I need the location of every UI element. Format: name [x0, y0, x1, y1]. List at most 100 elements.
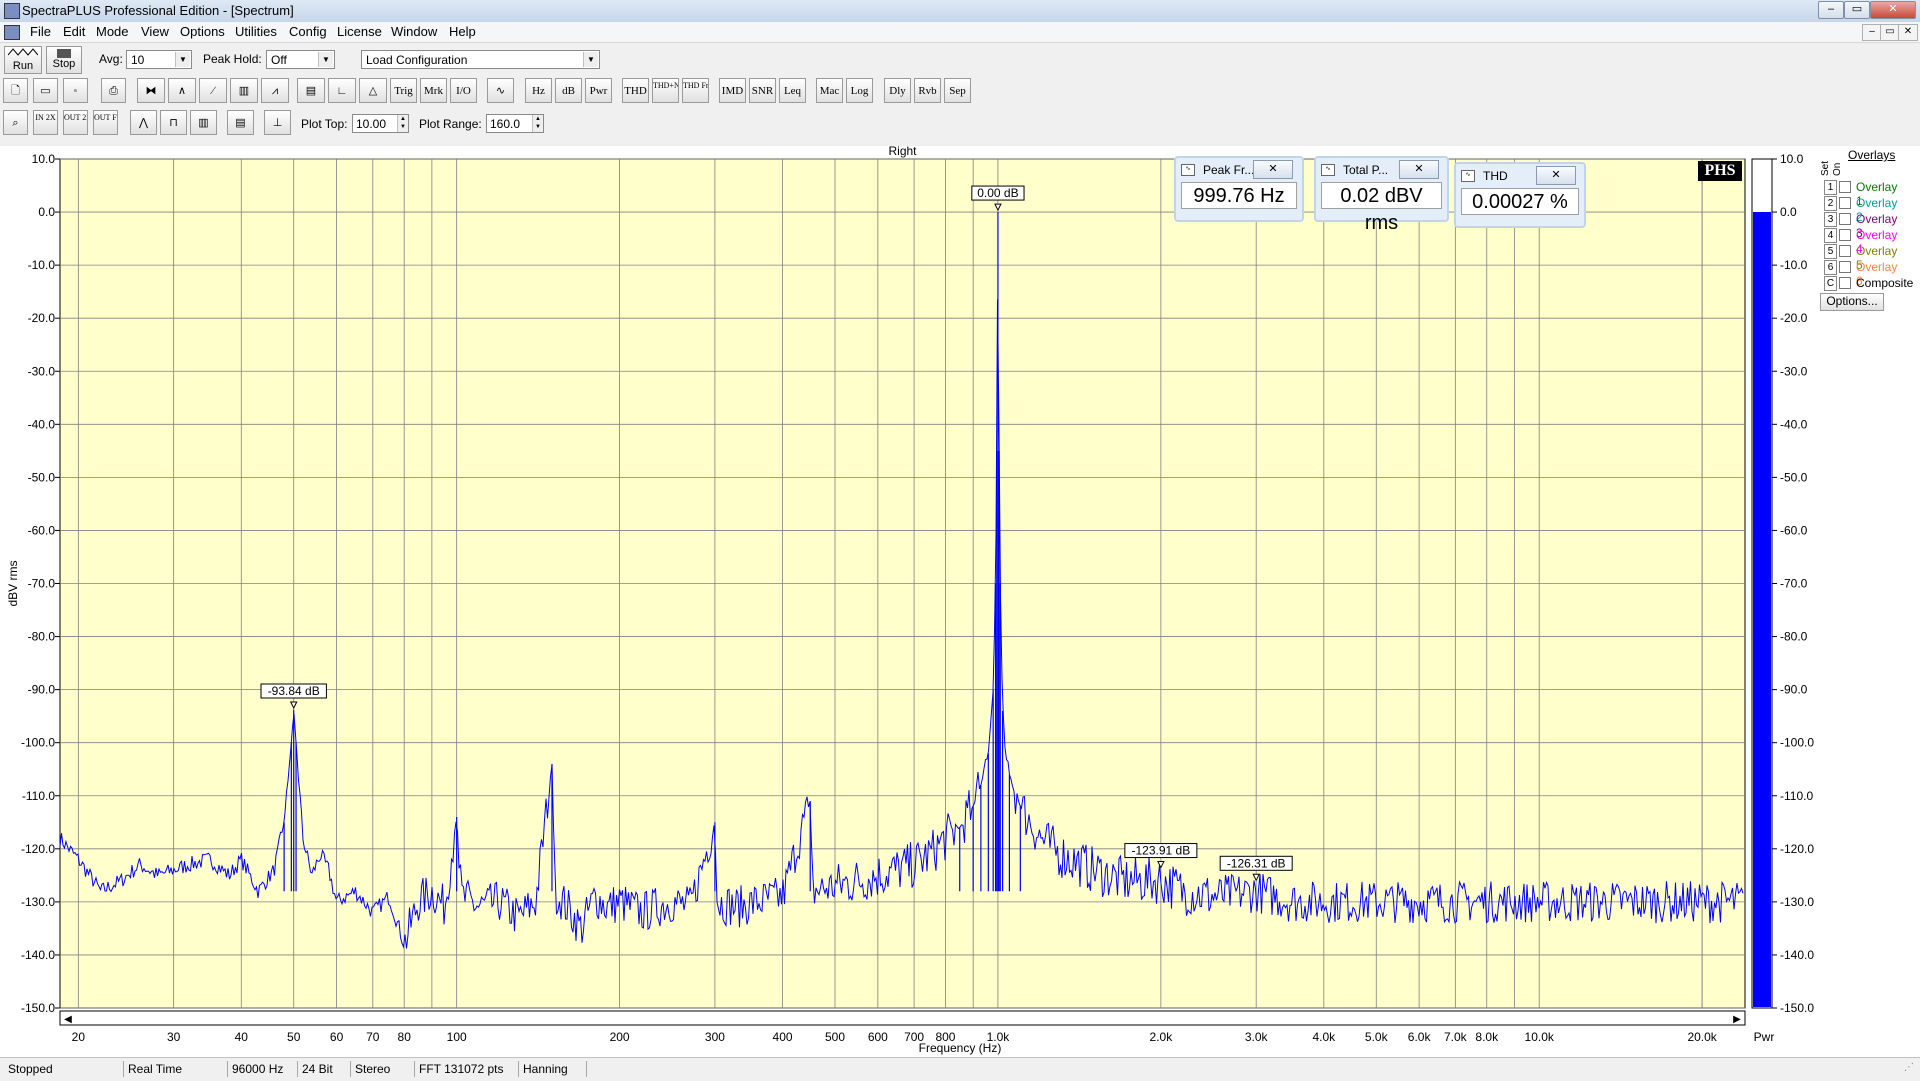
power-bar-tick-label: -110.0: [1780, 789, 1813, 803]
total-power-meter[interactable]: ∿ Total P... ✕ 0.02 dBV rms: [1314, 156, 1449, 234]
db-button[interactable]: dB: [555, 78, 582, 103]
y-tick-label: -70.0: [28, 577, 56, 591]
menu-options[interactable]: Options: [175, 24, 230, 39]
thd-freq-button[interactable]: THD Freq: [682, 78, 709, 103]
menu-license[interactable]: License: [332, 24, 387, 39]
close-icon[interactable]: ✕: [1399, 160, 1439, 179]
calibration-button[interactable]: △: [359, 78, 387, 103]
scaling-button[interactable]: ∟: [328, 78, 356, 103]
overlay-checkbox[interactable]: [1839, 197, 1851, 209]
overlay-checkbox[interactable]: [1839, 229, 1851, 241]
x-tick-label: 60: [330, 1030, 344, 1044]
menu-utilities[interactable]: Utilities: [230, 24, 282, 39]
trigger-button[interactable]: Trig: [390, 78, 417, 103]
x-tick-label: 20.0k: [1687, 1030, 1717, 1044]
3d-surface-mode-button[interactable]: ⩘: [261, 78, 289, 103]
leq-button[interactable]: Leq: [779, 78, 806, 103]
x-tick-label: 3.0k: [1245, 1030, 1269, 1044]
overlay-set-button[interactable]: 4: [1824, 228, 1837, 243]
mdi-restore-button[interactable]: ▭: [1880, 24, 1900, 41]
line-graph-icon[interactable]: ⋀: [130, 110, 157, 135]
io-button[interactable]: I/O: [450, 78, 477, 103]
marker-button[interactable]: Mrk: [420, 78, 447, 103]
power-bar-tick-label: 10.0: [1780, 152, 1804, 166]
overlay-options-button[interactable]: Options...: [1820, 293, 1884, 311]
thd-meter[interactable]: ∿ THD ✕ 0.00027 %: [1454, 162, 1586, 228]
delay-button[interactable]: Dly: [884, 78, 911, 103]
overlay-checkbox[interactable]: [1839, 213, 1851, 225]
configuration-select[interactable]: Load Configuration ▼: [361, 50, 600, 69]
power-bar-tick-label: 0.0: [1780, 205, 1797, 219]
close-button[interactable]: ✕: [1870, 1, 1916, 19]
thd-button[interactable]: THD: [622, 78, 649, 103]
plot-range-input[interactable]: 160.0 ▲ ▼: [486, 114, 544, 133]
menu-window[interactable]: Window: [386, 24, 442, 39]
overlay-set-button[interactable]: 3: [1824, 212, 1837, 227]
spectrum-chart[interactable]: Right10.00.0-10.0-20.0-30.0-40.0-50.0-60…: [0, 146, 1920, 1058]
peak-hold-select[interactable]: Off ▼: [266, 50, 335, 69]
meter-title: Peak Fr...: [1203, 163, 1255, 177]
x-tick-label: 80: [398, 1030, 412, 1044]
y-tick-label: -10.0: [28, 258, 56, 272]
separation-button[interactable]: Sep: [944, 78, 971, 103]
mdi-close-button[interactable]: ✕: [1898, 24, 1918, 41]
reverb-button[interactable]: Rvb: [914, 78, 941, 103]
menu-help[interactable]: Help: [444, 24, 481, 39]
overlay-set-button[interactable]: C: [1824, 276, 1837, 291]
overlay-set-button[interactable]: 1: [1824, 180, 1837, 195]
run-button[interactable]: Run: [4, 46, 42, 74]
overlay-checkbox[interactable]: [1839, 245, 1851, 257]
overlay-checkbox[interactable]: [1839, 261, 1851, 273]
menu-view[interactable]: View: [136, 24, 174, 39]
plot-top-input[interactable]: 10.00 ▲ ▼: [352, 114, 409, 133]
spectrogram-mode-button[interactable]: ▥: [230, 78, 258, 103]
scroll-icon[interactable]: ▤: [227, 110, 254, 135]
menu-mode[interactable]: Mode: [91, 24, 134, 39]
overlay-checkbox[interactable]: [1839, 277, 1851, 289]
zoom-icon[interactable]: ⌕: [3, 110, 28, 135]
signal-generator-button[interactable]: ∿: [487, 78, 514, 103]
zoom-out-full-button[interactable]: OUT FULL: [93, 110, 118, 135]
restore-button[interactable]: ▭: [1844, 1, 1870, 19]
status-fft-size: FFT 131072 pts: [415, 1061, 519, 1077]
menu-config[interactable]: Config: [284, 24, 332, 39]
pwr-button[interactable]: Pwr: [585, 78, 612, 103]
log-button[interactable]: Log: [846, 78, 873, 103]
cursor-icon[interactable]: ⊥: [264, 110, 291, 135]
overlay-checkbox[interactable]: [1839, 181, 1851, 193]
meter-value: 999.76 Hz: [1181, 182, 1297, 209]
bar-graph-icon[interactable]: ⊓: [160, 110, 187, 135]
overlay-set-button[interactable]: 5: [1824, 244, 1837, 259]
x-tick-label: 500: [825, 1030, 845, 1044]
phase-mode-button[interactable]: ∕: [199, 78, 227, 103]
overlay-set-button[interactable]: 6: [1824, 260, 1837, 275]
settings-button[interactable]: ▤: [297, 78, 325, 103]
zoom-out-2x-button[interactable]: OUT 2X: [63, 110, 88, 135]
print-button[interactable]: ⎙: [101, 78, 126, 103]
menu-edit[interactable]: Edit: [58, 24, 90, 39]
open-file-button[interactable]: ▭: [33, 78, 58, 103]
overlay-set-button[interactable]: 2: [1824, 196, 1837, 211]
mdi-minimize-button[interactable]: –: [1862, 24, 1882, 41]
peak-frequency-meter[interactable]: ∿ Peak Fr... ✕ 999.76 Hz: [1174, 156, 1304, 222]
avg-select[interactable]: 10 ▼: [126, 50, 192, 69]
new-file-button[interactable]: 🗋: [3, 78, 28, 103]
stop-button[interactable]: Stop: [46, 46, 82, 74]
close-icon[interactable]: ✕: [1253, 160, 1293, 179]
snr-button[interactable]: SNR: [749, 78, 776, 103]
mac-button[interactable]: Mac: [816, 78, 843, 103]
spectrum-mode-button[interactable]: ∧: [168, 78, 196, 103]
zoom-in-2x-button[interactable]: IN 2X: [33, 110, 58, 135]
resize-grip-icon[interactable]: ⋰: [1904, 1062, 1914, 1073]
document-icon[interactable]: [4, 25, 20, 40]
thd-n-button[interactable]: THD+N: [652, 78, 679, 103]
menu-file[interactable]: File: [25, 24, 56, 39]
close-icon[interactable]: ✕: [1536, 166, 1576, 185]
power-bar-tick-label: -70.0: [1780, 577, 1808, 591]
minimize-button[interactable]: –: [1818, 1, 1844, 19]
hz-button[interactable]: Hz: [525, 78, 552, 103]
octave-bars-icon[interactable]: ▥: [190, 110, 217, 135]
waveform-mode-button[interactable]: ⧓: [137, 78, 165, 103]
imd-button[interactable]: IMD: [719, 78, 746, 103]
save-file-button[interactable]: ▪: [63, 78, 88, 103]
